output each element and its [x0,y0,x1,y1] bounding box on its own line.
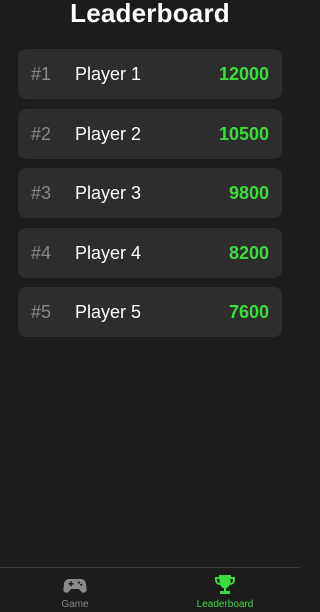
player-name: Player 1 [75,64,142,84]
player-score: 9800 [228,183,269,203]
nav-label-leaderboard: Leaderboard [196,599,254,610]
gamepad-icon [63,579,87,593]
leaderboard-list: #1 Player 1 12000 #2 Player 2 10500 #3 P… [18,49,282,347]
rank-label: #1 [31,64,52,84]
rank-label: #3 [31,183,52,203]
leaderboard-row[interactable]: #5 Player 5 7600 [18,287,282,337]
player-score: 12000 [218,64,269,84]
player-name: Player 5 [75,302,142,322]
player-score: 7600 [228,302,269,322]
leaderboard-row[interactable]: #4 Player 4 8200 [18,227,282,278]
rank-label: #5 [31,302,52,322]
leaderboard-row[interactable]: #2 Player 2 10500 [18,108,282,159]
nav-item-game[interactable]: Game [0,568,150,612]
player-score: 10500 [218,123,269,144]
rank-label: #2 [31,123,52,144]
leaderboard-row[interactable]: #1 Player 1 12000 [18,49,282,99]
bottom-navigation: Game Leaderboard [0,567,300,612]
page-title: Leaderboard [70,0,230,28]
player-name: Player 2 [75,123,142,144]
rank-label: #4 [31,242,52,263]
nav-label-game: Game [61,599,89,610]
player-name: Player 4 [75,242,142,263]
player-name: Player 3 [75,183,142,203]
trophy-icon [215,575,235,594]
nav-item-leaderboard[interactable]: Leaderboard [150,568,300,612]
leaderboard-row[interactable]: #3 Player 3 9800 [18,168,282,218]
leaderboard-screen: Leaderboard #1 Player 1 12000 #2 Player … [0,0,300,612]
player-score: 8200 [228,242,269,263]
